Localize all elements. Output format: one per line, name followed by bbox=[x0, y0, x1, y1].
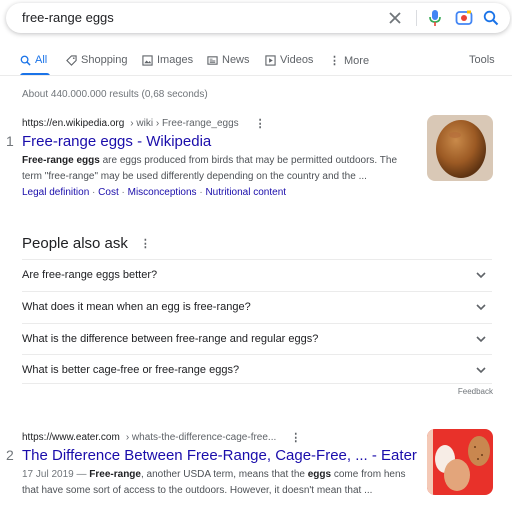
snippet-bold: Free-range bbox=[89, 469, 141, 480]
chevron-down-icon bbox=[476, 367, 486, 374]
paa-question-text: What is the difference between free-rang… bbox=[22, 333, 319, 345]
paa-question[interactable]: What is the difference between free-rang… bbox=[22, 323, 492, 355]
tools-label: Tools bbox=[469, 54, 495, 66]
result-path: › wiki › Free-range_eggs bbox=[130, 118, 239, 129]
paa-question[interactable]: What does it mean when an egg is free-ra… bbox=[22, 291, 492, 323]
result-path: › whats-the-difference-cage-free... bbox=[125, 432, 277, 443]
snippet-text: , another USDA term, means that the bbox=[140, 469, 308, 480]
search-tabs: All Shopping Images News Videos ⋮ More T… bbox=[0, 54, 512, 74]
people-also-ask-title: People also ask ⋮ bbox=[22, 235, 151, 252]
date-separator: — bbox=[73, 469, 90, 480]
result-sitelinks: Legal definition · Cost · Misconceptions… bbox=[22, 187, 287, 198]
search-bar-divider bbox=[416, 10, 417, 26]
tab-tools[interactable]: Tools bbox=[469, 54, 495, 66]
result-url[interactable]: https://en.wikipedia.org › wiki › Free-r… bbox=[22, 117, 266, 130]
paa-heading: People also ask bbox=[22, 235, 128, 252]
tab-more[interactable]: ⋮ More bbox=[329, 54, 370, 68]
snippet-bold: Free-range eggs bbox=[22, 155, 100, 166]
chevron-down-icon bbox=[476, 336, 486, 343]
result-snippet: 17 Jul 2019 — Free-range, another USDA t… bbox=[22, 467, 417, 499]
tab-all[interactable]: All bbox=[20, 54, 47, 66]
tab-label: Images bbox=[157, 54, 194, 66]
more-vert-icon: ⋮ bbox=[329, 55, 340, 67]
result-domain: https://www.eater.com bbox=[22, 432, 120, 443]
tag-icon bbox=[66, 54, 77, 66]
snippet-bold: eggs bbox=[307, 469, 332, 480]
tab-news[interactable]: News bbox=[207, 54, 250, 66]
chevron-down-icon bbox=[476, 272, 486, 279]
tab-label: Shopping bbox=[81, 54, 128, 66]
tab-images[interactable]: Images bbox=[142, 54, 193, 66]
result-snippet: Free-range eggs are eggs produced from b… bbox=[22, 153, 417, 185]
result-rank: 2 bbox=[6, 447, 14, 463]
result-thumbnail[interactable] bbox=[427, 429, 493, 495]
image-icon bbox=[142, 54, 153, 66]
search-input[interactable]: free-range eggs bbox=[22, 10, 114, 25]
paa-question-text: What is better cage-free or free-range e… bbox=[22, 364, 240, 376]
paa-question-text: What does it mean when an egg is free-ra… bbox=[22, 301, 251, 313]
tab-shopping[interactable]: Shopping bbox=[66, 54, 128, 66]
more-vert-icon[interactable]: ⋮ bbox=[140, 237, 151, 250]
result-title[interactable]: The Difference Between Free-Range, Cage-… bbox=[22, 447, 417, 464]
feedback-link[interactable]: Feedback bbox=[458, 387, 493, 396]
sitelink[interactable]: Legal definition bbox=[22, 187, 89, 198]
tab-label: Videos bbox=[280, 54, 314, 66]
tab-label: More bbox=[344, 54, 370, 67]
result-title[interactable]: Free-range eggs - Wikipedia bbox=[22, 133, 211, 150]
result-url[interactable]: https://www.eater.com › whats-the-differ… bbox=[22, 431, 301, 444]
paa-divider bbox=[22, 383, 492, 384]
sitelink[interactable]: Cost bbox=[98, 187, 119, 198]
result-domain: https://en.wikipedia.org bbox=[22, 118, 125, 129]
tab-label: All bbox=[35, 54, 48, 66]
sitelink[interactable]: Nutritional content bbox=[205, 187, 286, 198]
camera-lens-icon[interactable] bbox=[455, 9, 473, 27]
result-rank: 1 bbox=[6, 133, 14, 149]
result-thumbnail[interactable] bbox=[427, 115, 493, 181]
more-vert-icon[interactable]: ⋮ bbox=[255, 117, 266, 130]
chevron-down-icon bbox=[476, 304, 486, 311]
tab-label: News bbox=[222, 54, 250, 66]
paa-question-text: Are free-range eggs better? bbox=[22, 269, 158, 281]
result-stats: About 440.000.000 results (0,68 seconds) bbox=[22, 89, 208, 100]
newspaper-icon bbox=[207, 55, 218, 65]
microphone-icon[interactable] bbox=[426, 9, 444, 27]
tabs-divider bbox=[0, 75, 512, 76]
search-icon[interactable] bbox=[482, 9, 500, 27]
sitelink[interactable]: Misconceptions bbox=[128, 187, 197, 198]
paa-question[interactable]: Are free-range eggs better? bbox=[22, 259, 492, 291]
result-date: 17 Jul 2019 bbox=[22, 469, 74, 480]
search-bar[interactable]: free-range eggs bbox=[6, 3, 510, 33]
clear-icon[interactable] bbox=[386, 9, 404, 27]
more-vert-icon[interactable]: ⋮ bbox=[290, 431, 301, 444]
search-icon bbox=[20, 55, 31, 66]
play-icon bbox=[265, 54, 276, 66]
tab-videos[interactable]: Videos bbox=[265, 54, 313, 66]
paa-question[interactable]: What is better cage-free or free-range e… bbox=[22, 354, 492, 386]
